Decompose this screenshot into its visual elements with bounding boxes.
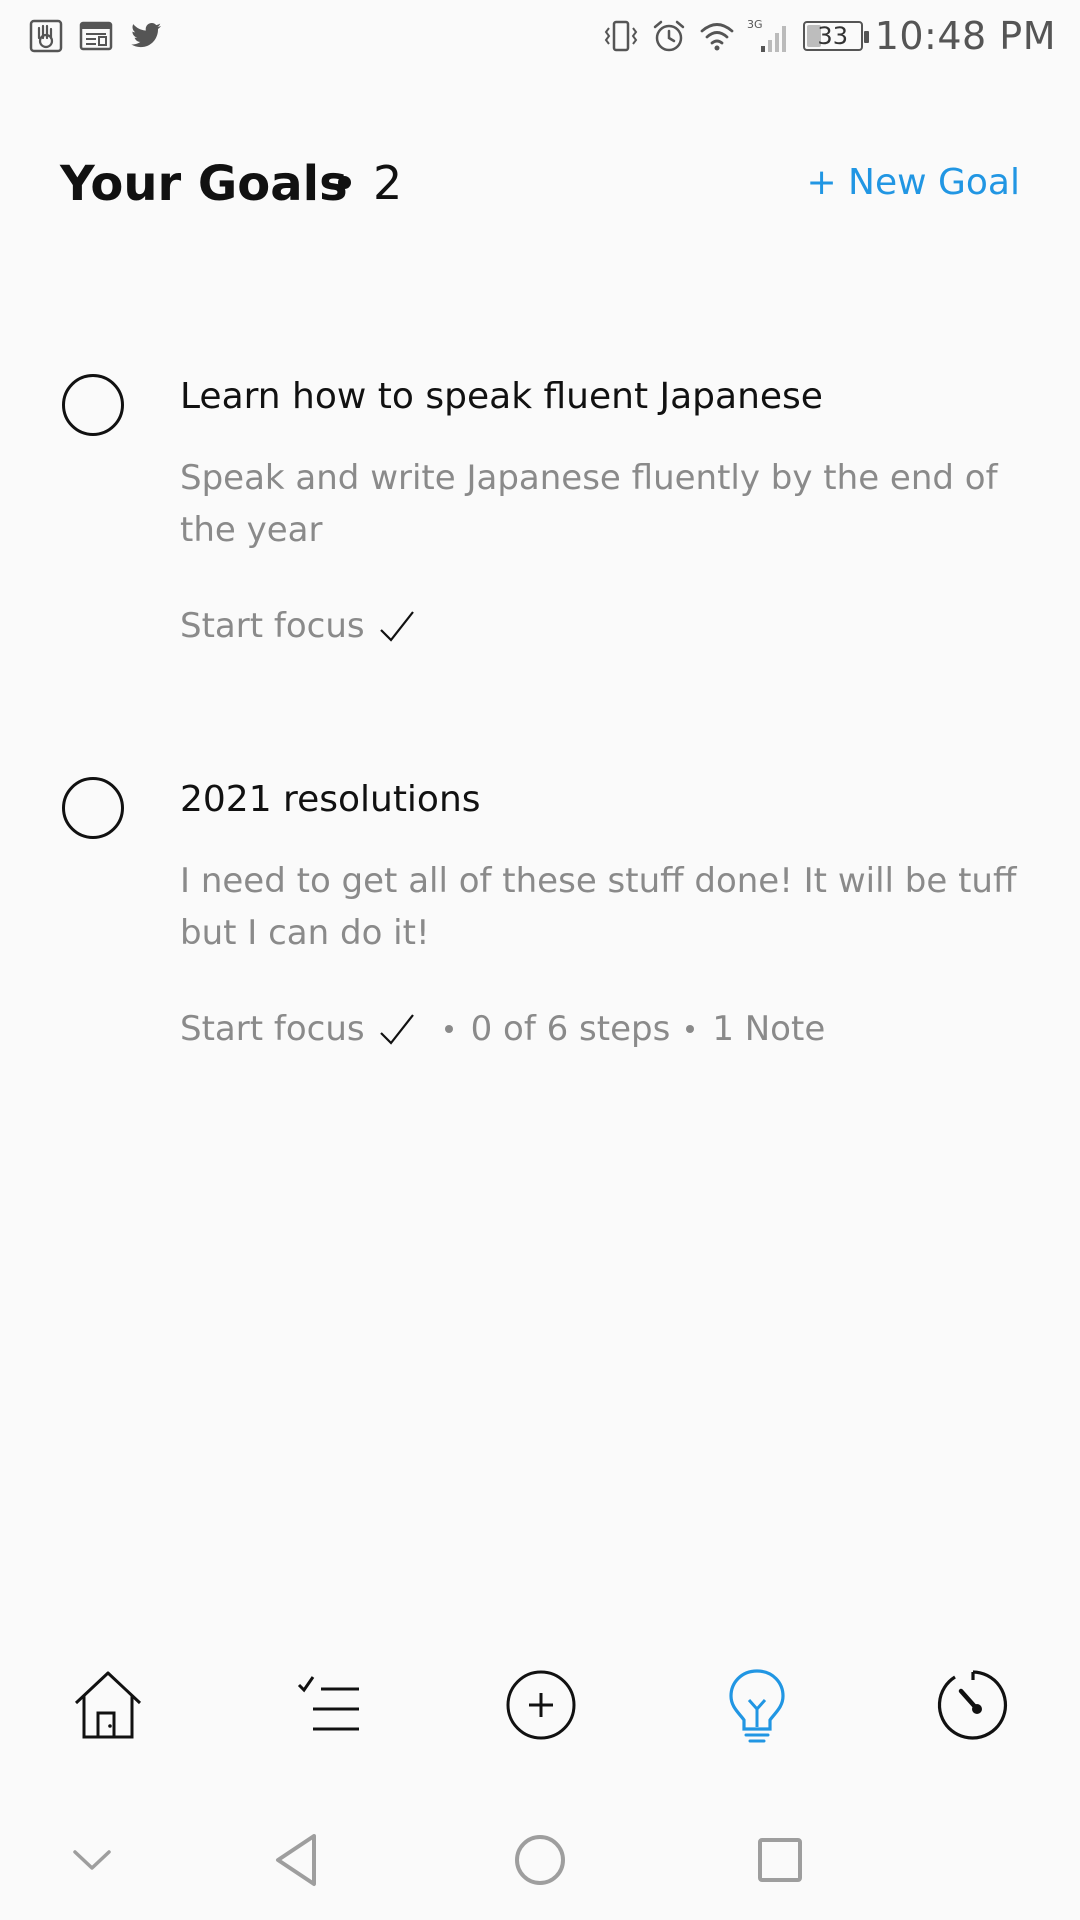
tab-tasks[interactable] bbox=[280, 1660, 370, 1750]
start-focus-label: Start focus bbox=[180, 606, 365, 646]
tab-goals[interactable] bbox=[712, 1660, 802, 1750]
battery-nub bbox=[863, 31, 869, 43]
meta-separator-dot bbox=[686, 1025, 695, 1033]
status-bar-left bbox=[28, 18, 164, 54]
goal-steps-count: 0 of 6 steps bbox=[470, 1009, 671, 1049]
hand-app-icon bbox=[29, 19, 63, 53]
goal-item[interactable]: 2021 resolutions I need to get all of th… bbox=[60, 777, 1020, 1077]
checkmark-icon bbox=[379, 611, 414, 642]
add-circle-icon bbox=[506, 1670, 576, 1740]
back-icon bbox=[276, 1834, 316, 1886]
goal-count-value: 2 bbox=[373, 156, 403, 210]
lightbulb-icon bbox=[729, 1669, 785, 1743]
goal-description: I need to get all of these stuff done! I… bbox=[180, 861, 1017, 953]
nav-hide-button[interactable] bbox=[52, 1820, 132, 1900]
battery-level: 33 bbox=[817, 22, 848, 50]
checkmark-icon bbox=[379, 1014, 414, 1045]
goal-complete-checkbox[interactable] bbox=[62, 374, 124, 436]
alarm-icon bbox=[653, 20, 684, 52]
network-type-label: 3G bbox=[747, 18, 763, 31]
page-title: Your Goals bbox=[60, 156, 348, 212]
bullet-dot bbox=[338, 176, 351, 189]
goal-notes-count: 1 Note bbox=[712, 1009, 826, 1049]
nav-recents-button[interactable] bbox=[740, 1820, 820, 1900]
status-bar-right: 3G 33 10:48 PM bbox=[603, 14, 1056, 58]
meta-separator-dot bbox=[444, 1025, 453, 1033]
news-app-icon bbox=[79, 21, 113, 51]
goal-item[interactable]: Learn how to speak fluent Japanese Speak… bbox=[60, 374, 1020, 674]
tab-home[interactable] bbox=[63, 1660, 153, 1750]
header: Your Goals 2 + New Goal bbox=[60, 150, 1020, 220]
checklist-icon bbox=[297, 1676, 359, 1731]
tab-add[interactable] bbox=[496, 1660, 586, 1750]
status-bar: 3G 33 10:48 PM bbox=[0, 0, 1080, 74]
system-nav-bar bbox=[0, 1810, 1080, 1920]
goal-description: Speak and write Japanese fluently by the… bbox=[180, 458, 998, 550]
timer-icon bbox=[937, 1670, 1008, 1740]
goal-meta: Start focus bbox=[180, 606, 417, 646]
chevron-down-icon bbox=[73, 1850, 111, 1870]
nav-back-button[interactable] bbox=[258, 1820, 338, 1900]
goal-title[interactable]: 2021 resolutions bbox=[180, 779, 481, 820]
goal-title[interactable]: Learn how to speak fluent Japanese bbox=[180, 376, 823, 417]
battery-icon: 33 bbox=[802, 21, 869, 51]
bottom-tab-bar bbox=[0, 1660, 1080, 1780]
nav-home-button[interactable] bbox=[500, 1820, 580, 1900]
new-goal-button[interactable]: + New Goal bbox=[806, 162, 1020, 203]
recents-icon bbox=[758, 1838, 802, 1882]
start-focus-button[interactable]: Start focus bbox=[180, 1009, 417, 1049]
goal-complete-checkbox[interactable] bbox=[62, 777, 124, 839]
vibrate-icon bbox=[604, 20, 637, 52]
start-focus-label: Start focus bbox=[180, 1009, 365, 1049]
wifi-icon bbox=[700, 23, 734, 51]
cellular-3g-icon: 3G bbox=[747, 18, 786, 52]
status-time: 10:48 PM bbox=[874, 14, 1056, 58]
start-focus-button[interactable]: Start focus bbox=[180, 606, 417, 646]
twitter-icon bbox=[131, 23, 161, 48]
goal-meta: Start focus 0 of 6 steps 1 Note bbox=[180, 1009, 825, 1049]
home-circle-icon bbox=[515, 1835, 565, 1885]
tab-timer[interactable] bbox=[928, 1660, 1018, 1750]
home-icon bbox=[74, 1671, 142, 1739]
goal-count: 2 bbox=[338, 156, 402, 210]
